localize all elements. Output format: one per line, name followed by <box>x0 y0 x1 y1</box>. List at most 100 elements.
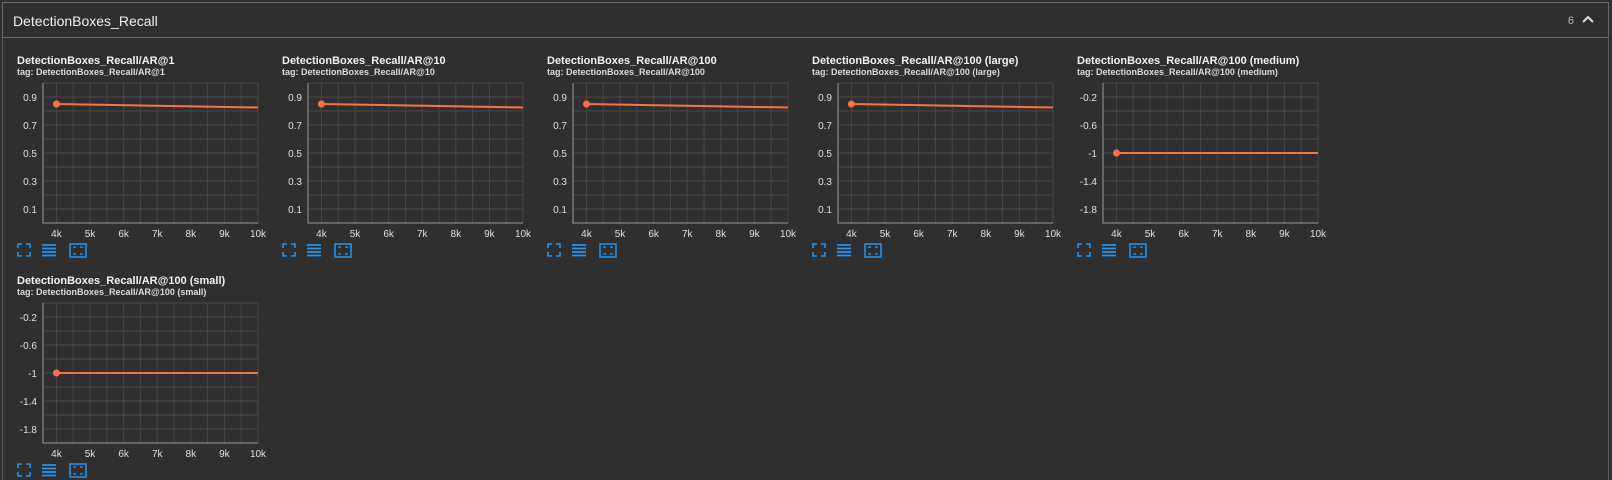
x-tick-label: 10k <box>250 449 267 460</box>
y-tick-label: 0.7 <box>553 121 567 132</box>
y-tick-label: 0.1 <box>553 205 567 216</box>
x-tick-label: 10k <box>780 229 797 240</box>
chevron-up-icon[interactable] <box>1580 11 1596 27</box>
fit-domain-icon[interactable] <box>69 243 87 258</box>
y-tick-label: 0.3 <box>818 177 832 188</box>
section-title: DetectionBoxes_Recall <box>13 13 158 29</box>
chart-tag: tag: DetectionBoxes_Recall/AR@100 (small… <box>17 287 207 297</box>
data-table-icon[interactable] <box>41 463 57 477</box>
fit-domain-icon[interactable] <box>599 243 617 258</box>
line-chart[interactable]: 0.9 0.7 0.5 0.3 0.1 4k 5k 6k 7k 8k 9k 10k <box>533 78 798 243</box>
line-chart[interactable]: 0.9 0.7 0.5 0.3 0.1 4k 5k 6k 7k 8k 9k 10k <box>798 78 1063 243</box>
y-tick-label: 0.7 <box>23 121 37 132</box>
data-table-icon[interactable] <box>306 243 322 257</box>
chart-title: DetectionBoxes_Recall/AR@100 (small) <box>17 275 226 287</box>
data-table-icon[interactable] <box>41 243 57 257</box>
x-tick-label: 7k <box>947 229 959 240</box>
chart-title: DetectionBoxes_Recall/AR@100 (large) <box>812 55 1019 67</box>
data-point <box>847 100 855 108</box>
chart-title: DetectionBoxes_Recall/AR@100 (medium) <box>1077 55 1300 67</box>
fullscreen-icon[interactable] <box>547 243 561 257</box>
chart-card: DetectionBoxes_Recall/AR@100 (small) tag:… <box>3 258 268 478</box>
x-tick-label: 5k <box>1145 229 1157 240</box>
x-tick-label: 7k <box>152 229 164 240</box>
fit-domain-icon[interactable] <box>1129 243 1147 258</box>
x-tick-label: 4k <box>581 229 593 240</box>
x-tick-label: 10k <box>1310 229 1327 240</box>
chart-card: DetectionBoxes_Recall/AR@1 tag: Detection… <box>3 38 268 258</box>
y-tick-label: 0.7 <box>818 121 832 132</box>
y-tick-label: -0.2 <box>1080 93 1098 104</box>
chart-card: DetectionBoxes_Recall/AR@100 tag: Detecti… <box>533 38 798 258</box>
y-tick-label: 0.5 <box>288 149 302 160</box>
fit-domain-icon[interactable] <box>334 243 352 258</box>
y-tick-label: 0.1 <box>288 205 302 216</box>
line-chart[interactable]: 0.9 0.7 0.5 0.3 0.1 4k 5k 6k 7k 8k 9k 10k <box>3 78 268 243</box>
y-tick-label: 0.5 <box>553 149 567 160</box>
data-table-icon[interactable] <box>571 243 587 257</box>
x-tick-label: 9k <box>219 449 231 460</box>
y-tick-label: -0.2 <box>20 313 38 324</box>
chart-card: DetectionBoxes_Recall/AR@100 (medium) tag… <box>1063 38 1328 258</box>
x-tick-label: 8k <box>186 229 198 240</box>
x-tick-label: 8k <box>186 449 198 460</box>
x-tick-label: 10k <box>1045 229 1062 240</box>
x-tick-label: 6k <box>913 229 925 240</box>
line-chart[interactable]: 0.9 0.7 0.5 0.3 0.1 4k 5k 6k 7k 8k 9k 10k <box>268 78 533 243</box>
y-tick-label: 0.1 <box>23 205 37 216</box>
data-table-icon[interactable] <box>1101 243 1117 257</box>
line-chart[interactable]: -0.2 -0.6 -1 -1.4 -1.8 4k 5k 6k 7k 8k 9k 10k <box>3 298 268 463</box>
x-tick-label: 9k <box>1279 229 1291 240</box>
x-tick-label: 6k <box>1178 229 1190 240</box>
y-tick-label: 0.1 <box>818 205 832 216</box>
x-tick-label: 5k <box>350 229 362 240</box>
y-tick-label: 0.3 <box>553 177 567 188</box>
data-point <box>1112 149 1120 157</box>
chart-tag: tag: DetectionBoxes_Recall/AR@10 <box>282 67 435 77</box>
x-tick-label: 8k <box>451 229 463 240</box>
data-point <box>52 100 60 108</box>
x-tick-label: 4k <box>846 229 858 240</box>
x-tick-label: 6k <box>383 229 395 240</box>
section-header[interactable]: DetectionBoxes_Recall 6 <box>2 2 1609 38</box>
y-tick-label: -1 <box>28 369 37 380</box>
x-tick-label: 9k <box>219 229 231 240</box>
y-tick-label: -1.8 <box>20 425 38 436</box>
x-tick-label: 9k <box>484 229 496 240</box>
y-tick-label: 0.9 <box>818 93 832 104</box>
x-tick-label: 8k <box>981 229 993 240</box>
fullscreen-icon[interactable] <box>17 463 31 477</box>
chart-card: DetectionBoxes_Recall/AR@10 tag: Detectio… <box>268 38 533 258</box>
chart-title: DetectionBoxes_Recall/AR@10 <box>282 55 446 67</box>
chart-tag: tag: DetectionBoxes_Recall/AR@100 (mediu… <box>1077 67 1278 77</box>
y-tick-label: 0.9 <box>553 93 567 104</box>
y-tick-label: -1.8 <box>1080 205 1098 216</box>
x-tick-label: 4k <box>316 229 328 240</box>
x-tick-label: 10k <box>515 229 532 240</box>
fullscreen-icon[interactable] <box>17 243 31 257</box>
x-tick-label: 10k <box>250 229 267 240</box>
fullscreen-icon[interactable] <box>812 243 826 257</box>
chart-title: DetectionBoxes_Recall/AR@1 <box>17 55 175 67</box>
fit-domain-icon[interactable] <box>69 463 87 478</box>
x-tick-label: 4k <box>51 449 63 460</box>
x-tick-label: 5k <box>85 449 97 460</box>
charts-panel: DetectionBoxes_Recall/AR@1 tag: Detection… <box>2 38 1609 480</box>
line-chart[interactable]: -0.2 -0.6 -1 -1.4 -1.8 4k 5k 6k 7k 8k 9k 10k <box>1063 78 1328 243</box>
y-tick-label: -1 <box>1088 149 1097 160</box>
fit-domain-icon[interactable] <box>864 243 882 258</box>
chart-tag: tag: DetectionBoxes_Recall/AR@1 <box>17 67 165 77</box>
fullscreen-icon[interactable] <box>1077 243 1091 257</box>
y-tick-label: -0.6 <box>20 341 38 352</box>
y-tick-label: -1.4 <box>20 397 38 408</box>
y-tick-label: 0.3 <box>23 177 37 188</box>
data-table-icon[interactable] <box>836 243 852 257</box>
data-point <box>317 100 325 108</box>
chart-tag: tag: DetectionBoxes_Recall/AR@100 (large… <box>812 67 1000 77</box>
y-tick-label: 0.3 <box>288 177 302 188</box>
x-tick-label: 9k <box>1014 229 1026 240</box>
data-point <box>582 100 590 108</box>
y-tick-label: -0.6 <box>1080 121 1098 132</box>
x-tick-label: 7k <box>1212 229 1224 240</box>
fullscreen-icon[interactable] <box>282 243 296 257</box>
